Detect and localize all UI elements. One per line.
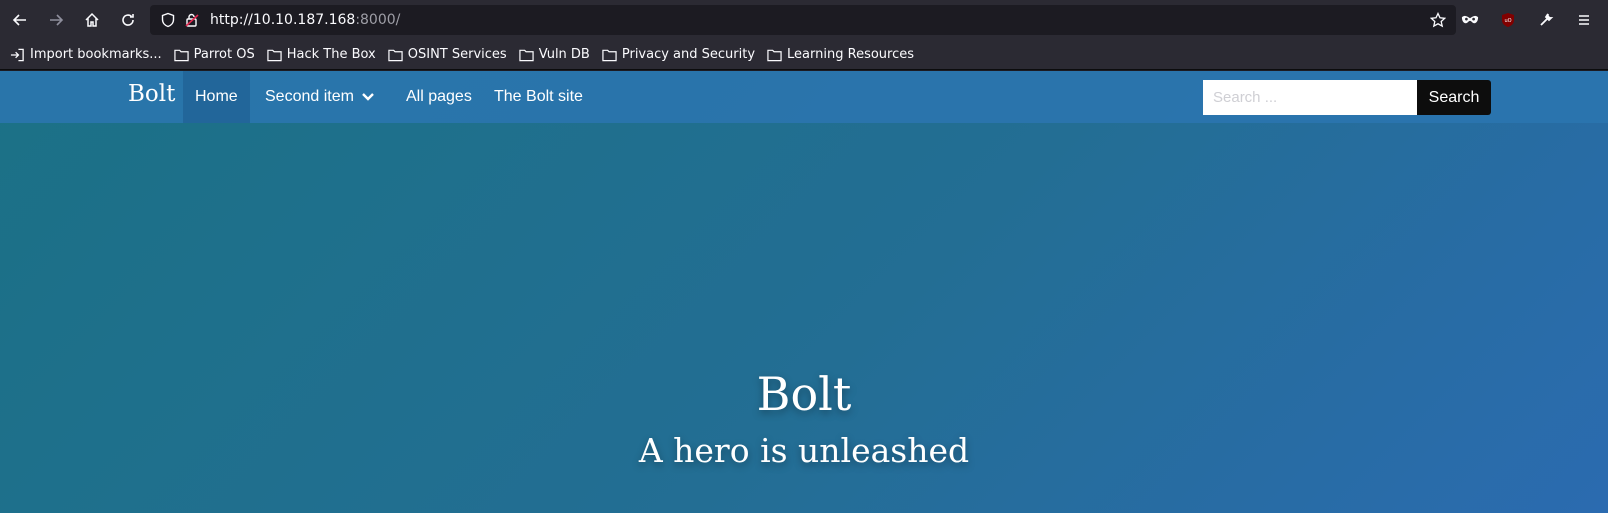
chevron-down-icon <box>362 93 374 101</box>
nav-home-label: Home <box>195 88 238 105</box>
nav-second-item-label: Second item <box>265 88 354 105</box>
folder-icon <box>767 48 782 62</box>
bookmark-item[interactable]: Import bookmarks... <box>10 47 162 62</box>
folder-icon <box>602 48 617 62</box>
folder-icon <box>267 48 282 62</box>
url-port: :8000/ <box>355 12 401 28</box>
toolbar-right: uO <box>1454 4 1600 36</box>
search-input[interactable] <box>1203 80 1417 115</box>
nav-all-pages-label: All pages <box>406 88 472 105</box>
bookmark-item[interactable]: Parrot OS <box>173 47 255 62</box>
bookmark-item[interactable]: OSINT Services <box>388 47 507 62</box>
forward-icon[interactable] <box>40 4 72 36</box>
wrench-icon[interactable] <box>1530 4 1562 36</box>
browser-toolbar: http://10.10.187.168:8000/ uO <box>0 0 1608 40</box>
bookmark-star-icon[interactable] <box>1429 11 1447 32</box>
bookmark-item[interactable]: Learning Resources <box>767 47 914 62</box>
url-host: http://10.10.187.168 <box>210 12 356 28</box>
url-bar[interactable]: http://10.10.187.168:8000/ <box>150 5 1456 35</box>
nav-home[interactable]: Home <box>183 71 250 123</box>
search-form: Search <box>1203 80 1491 115</box>
site-navbar: Bolt Home Second item All pages The Bolt… <box>0 71 1608 123</box>
nav-second-item[interactable]: Second item <box>253 71 386 123</box>
import-icon <box>10 48 25 62</box>
nav-bolt-site[interactable]: The Bolt site <box>482 71 595 123</box>
hero-title: Bolt <box>756 367 852 421</box>
bookmark-item[interactable]: Hack The Box <box>267 47 376 62</box>
menu-icon[interactable] <box>1568 4 1600 36</box>
nav-bolt-site-label: The Bolt site <box>494 88 583 105</box>
home-icon[interactable] <box>76 4 108 36</box>
shield-icon[interactable] <box>160 12 176 28</box>
private-mask-icon[interactable] <box>1454 4 1486 36</box>
site-brand[interactable]: Bolt <box>128 81 175 107</box>
url-text[interactable]: http://10.10.187.168:8000/ <box>210 12 400 28</box>
web-page: Bolt Home Second item All pages The Bolt… <box>0 71 1608 513</box>
folder-icon <box>173 48 189 62</box>
bookmark-label: OSINT Services <box>407 47 507 62</box>
bookmark-label: Privacy and Security <box>621 47 756 62</box>
bookmark-label: Import bookmarks... <box>30 47 162 62</box>
nav-all-pages[interactable]: All pages <box>394 71 484 123</box>
bookmark-label: Parrot OS <box>193 47 255 62</box>
search-button[interactable]: Search <box>1417 80 1491 115</box>
insecure-lock-icon[interactable] <box>184 12 200 28</box>
ublock-icon[interactable]: uO <box>1492 4 1524 36</box>
folder-icon <box>388 48 403 62</box>
bookmark-label: Hack The Box <box>286 47 376 62</box>
reload-icon[interactable] <box>112 4 144 36</box>
bookmark-label: Learning Resources <box>787 47 915 62</box>
bookmarks-bar: Import bookmarks... Parrot OS Hack The Box… <box>0 40 1608 70</box>
svg-text:uO: uO <box>1504 18 1511 24</box>
back-icon[interactable] <box>4 4 36 36</box>
bookmark-item[interactable]: Vuln DB <box>519 47 590 62</box>
hero-subtitle: A hero is unleashed <box>638 431 970 470</box>
folder-icon <box>519 48 534 62</box>
bookmark-item[interactable]: Privacy and Security <box>602 47 755 62</box>
bookmark-label: Vuln DB <box>538 47 590 62</box>
